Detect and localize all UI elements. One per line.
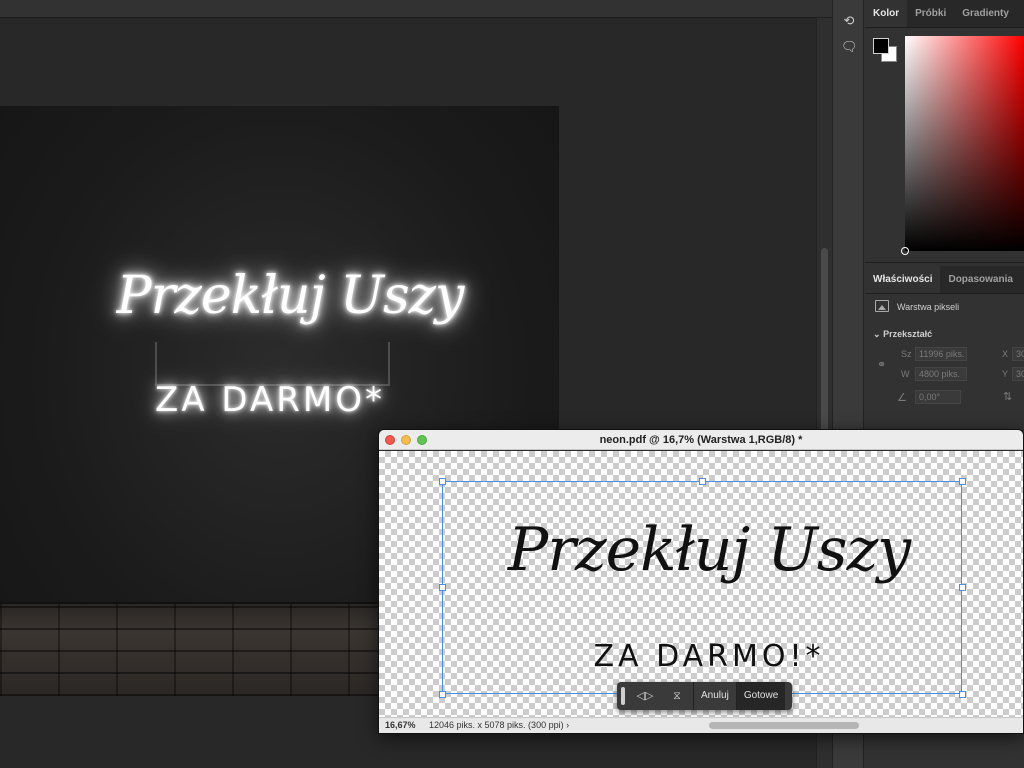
document-size-info[interactable]: 12046 piks. x 5078 piks. (300 ppi) › [429,720,569,730]
status-bar: 16,67% 12046 piks. x 5078 piks. (300 ppi… [379,717,1023,733]
tab-properties[interactable]: Właściwości [865,266,941,293]
neon-sub-text: ZA DARMO* [155,380,385,420]
warp-icon[interactable]: ⧖ [661,682,693,710]
transparent-canvas[interactable]: Przekłuj Uszy ZA DARMO!* ◁▷ ⧖ Anuluj Got… [379,451,1023,719]
scrollbar-thumb[interactable] [821,248,828,448]
flip-icon[interactable]: ⇅ [1003,390,1012,403]
window-title[interactable]: neon.pdf @ 16,7% (Warstwa 1,RGB/8) * [379,430,1023,450]
height-label: W [901,369,910,379]
link-icon[interactable]: ⚭ [877,358,886,371]
history-icon[interactable]: ⟲ [841,14,857,28]
y-label: Y [1002,369,1009,379]
layer-type-label: Warstwa pikseli [897,302,960,312]
pixel-layer-icon [875,300,889,312]
transform-handle-top-right[interactable] [959,478,966,485]
width-label: Sz [901,349,912,359]
color-panel-tabs: Kolor Próbki Gradienty Wz [865,0,1024,28]
width-field[interactable]: 11996 piks. [915,347,967,361]
neon-script-text: Przekłuj Uszy [116,266,465,326]
properties-panel-tabs: Właściwości Dopasowania Bi [865,266,1024,294]
chevron-right-icon: › [566,720,570,730]
color-panel: Kolor Próbki Gradienty Wz [865,0,1024,262]
tab-adjustments[interactable]: Dopasowania [940,266,1020,293]
flip-horizontal-icon[interactable]: ◁▷ [629,682,661,710]
transform-toolbar: ◁▷ ⧖ Anuluj Gotowe [617,682,792,710]
y-field[interactable]: 30 [1012,367,1024,381]
comment-icon[interactable]: 🗨 [841,40,858,54]
tab-gradients[interactable]: Gradienty [954,0,1017,27]
transform-handle-middle-left[interactable] [439,584,446,591]
angle-field[interactable]: 0,00° [915,390,961,404]
transform-bounding-box[interactable] [442,481,962,694]
properties-panel: Właściwości Dopasowania Bi Warstwa pikse… [865,266,1024,446]
color-picker-cursor[interactable] [901,247,909,255]
document-size-text: 12046 piks. x 5078 piks. (300 ppi) [429,720,564,730]
window-maximize-button[interactable] [417,435,427,445]
zoom-level[interactable]: 16,67% [385,720,416,730]
height-field[interactable]: 4800 piks. [915,367,967,381]
panel-divider [865,262,1024,263]
transform-section-title: Przekształć [883,329,933,339]
toolbar-grip-handle[interactable] [621,687,625,705]
transform-handle-top-left[interactable] [439,478,446,485]
x-field[interactable]: 30 [1012,347,1024,361]
transform-handle-bottom-left[interactable] [439,691,446,698]
transform-handle-top-center[interactable] [699,478,706,485]
cancel-button[interactable]: Anuluj [694,682,736,710]
window-close-button[interactable] [385,435,395,445]
angle-icon: ∠ [897,392,907,404]
transform-section-toggle[interactable]: ⌄ Przekształć [873,329,932,340]
tab-color[interactable]: Kolor [865,0,908,27]
window-minimize-button[interactable] [401,435,411,445]
tab-swatches[interactable]: Próbki [907,0,954,27]
transform-handle-middle-right[interactable] [959,584,966,591]
x-label: X [1002,349,1009,359]
color-picker-field[interactable] [901,36,1024,255]
foreground-color-swatch[interactable] [873,38,889,54]
tab-patterns[interactable]: Wz [1017,0,1024,27]
transform-handle-bottom-right[interactable] [959,691,966,698]
window-horizontal-scrollbar[interactable] [709,722,859,729]
chevron-down-icon: ⌄ [873,329,881,339]
floating-document-window[interactable]: neon.pdf @ 16,7% (Warstwa 1,RGB/8) * Prz… [378,429,1024,734]
done-button[interactable]: Gotowe [736,682,786,710]
